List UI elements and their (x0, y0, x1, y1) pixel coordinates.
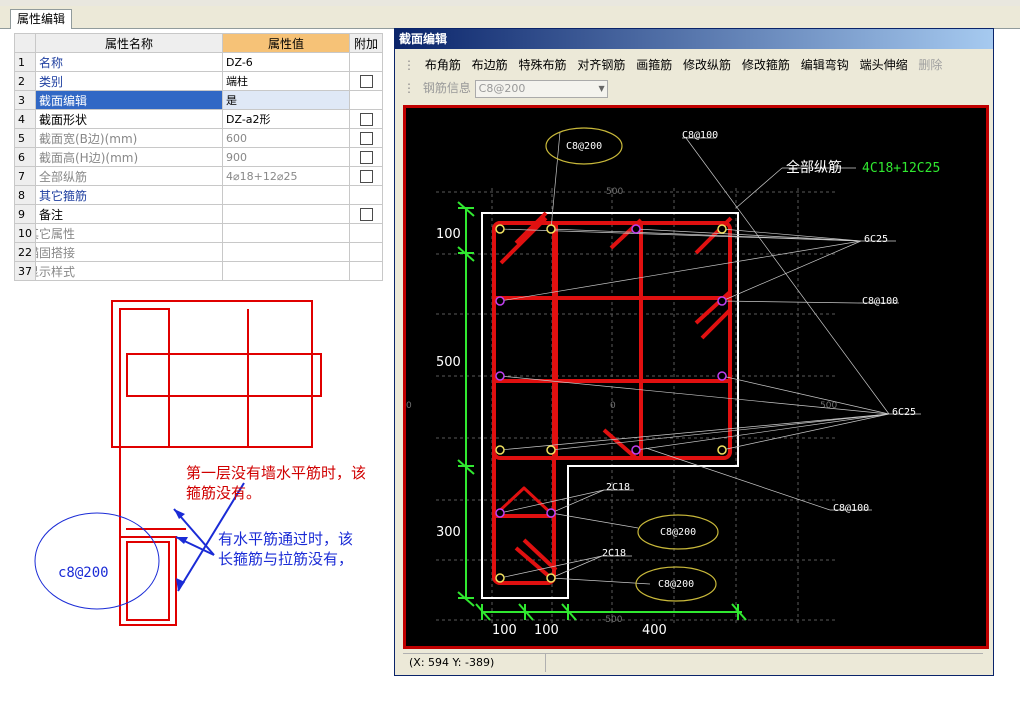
toolbar-edit-stirrup-button[interactable]: 修改箍筋 (742, 55, 790, 75)
rebar-label: C8@100 (833, 503, 869, 514)
property-panel: 属性名称 属性值 附加 1 名称 DZ-6 2 类别 端柱 3 截面编辑 是 4… (0, 29, 392, 721)
dimension-label: 300 (436, 525, 461, 540)
sketch-rect (126, 541, 170, 621)
sketch-rect (119, 536, 177, 626)
rebar-label: C8@200 (658, 579, 694, 590)
rebar-info-select[interactable]: C8@200 ▼ (474, 79, 608, 98)
toolbar-edit-hook-button[interactable]: 编辑弯钩 (801, 55, 849, 75)
grid-label: 500 (606, 187, 623, 197)
grid-label: 0 (406, 401, 412, 411)
grid-label: 500 (820, 401, 837, 411)
tab-bar: 属性编辑 (0, 6, 1020, 29)
grid-label: 0 (610, 401, 616, 411)
rebar-label: C8@200 (566, 141, 602, 152)
arrow-head-icon (176, 537, 188, 544)
dimension-label: 100 (436, 227, 461, 242)
toolbar-delete-button[interactable]: 删除 (918, 55, 942, 75)
status-bar: (X: 594 Y: -389) (403, 653, 983, 672)
rebar-label: 6C25 (892, 407, 916, 418)
annotation-sketch: 第一层没有墙水平筋时，该 箍筋没有。 有水平筋通过时，该 长箍筋与拉筋没有， c… (34, 300, 366, 626)
toolbar-draw-stirrup-button[interactable]: 画箍筋 (636, 55, 672, 75)
rebar-info-bar: ⋮ 钢筋信息 C8@200 ▼ (403, 79, 608, 99)
all-rebar-label: 全部纵筋 (786, 159, 842, 176)
coordinate-readout: (X: 594 Y: -389) (403, 654, 546, 672)
arrow-head-icon (174, 509, 185, 519)
toolbar-grip-icon: ⋮ (403, 58, 415, 72)
toolbar-edit-longitudinal-button[interactable]: 修改纵筋 (683, 55, 731, 75)
all-rebar-value: 4C18+12C25 (862, 161, 940, 176)
sketch-rect (126, 353, 322, 397)
section-drawing: 500 500 0 -500 0 C8@200 C8@100 6C25 C8@1… (406, 127, 940, 638)
dimension-label: 100 (492, 623, 517, 638)
section-edit-dialog: 截面编辑 ⋮ 布角筋 布边筋 特殊布筋 对齐钢筋 画箍筋 修改纵筋 修改箍筋 编… (394, 28, 994, 676)
dialog-title: 截面编辑 (395, 29, 993, 49)
rebar-info-value: C8@200 (478, 81, 526, 95)
dimension-label: 500 (436, 355, 461, 370)
sketch-rect (111, 300, 313, 448)
note-text: 长箍筋与拉筋没有， (218, 550, 353, 568)
note-text: 第一层没有墙水平筋时，该 (186, 464, 366, 482)
toolbar-special-rebar-button[interactable]: 特殊布筋 (519, 55, 567, 75)
note-text: 箍筋没有。 (186, 484, 261, 502)
toolbar-end-stretch-button[interactable]: 端头伸缩 (860, 55, 908, 75)
toolbar-align-rebar-button[interactable]: 对齐钢筋 (577, 55, 625, 75)
chevron-down-icon: ▼ (598, 83, 605, 93)
rebar-label: 2C18 (602, 548, 626, 559)
rebar-label: C8@100 (862, 296, 898, 307)
toolbar-corner-rebar-button[interactable]: 布角筋 (425, 55, 461, 75)
section-canvas[interactable]: 500 500 0 -500 0 C8@200 C8@100 6C25 C8@1… (403, 105, 989, 649)
toolbar-grip-icon: ⋮ (403, 81, 415, 95)
rebar-label: 2C18 (606, 482, 630, 493)
dialog-toolbar: ⋮ 布角筋 布边筋 特殊布筋 对齐钢筋 画箍筋 修改纵筋 修改箍筋 编辑弯钩 端… (403, 55, 949, 75)
tab-property-edit[interactable]: 属性编辑 (10, 9, 73, 29)
rebar-label: C8@200 (660, 527, 696, 538)
note-text: 有水平筋通过时，该 (218, 530, 353, 548)
dimension-label: 100 (534, 623, 559, 638)
rebar-label: 6C25 (864, 234, 888, 245)
dimension-label: 400 (642, 623, 667, 638)
grid-label: -500 (602, 615, 623, 625)
rebar-info-label: 钢筋信息 (422, 81, 471, 95)
toolbar-edge-rebar-button[interactable]: 布边筋 (472, 55, 508, 75)
callout-circle (34, 512, 160, 610)
rebar-label: C8@100 (682, 130, 718, 141)
circle-label: c8@200 (58, 565, 109, 581)
